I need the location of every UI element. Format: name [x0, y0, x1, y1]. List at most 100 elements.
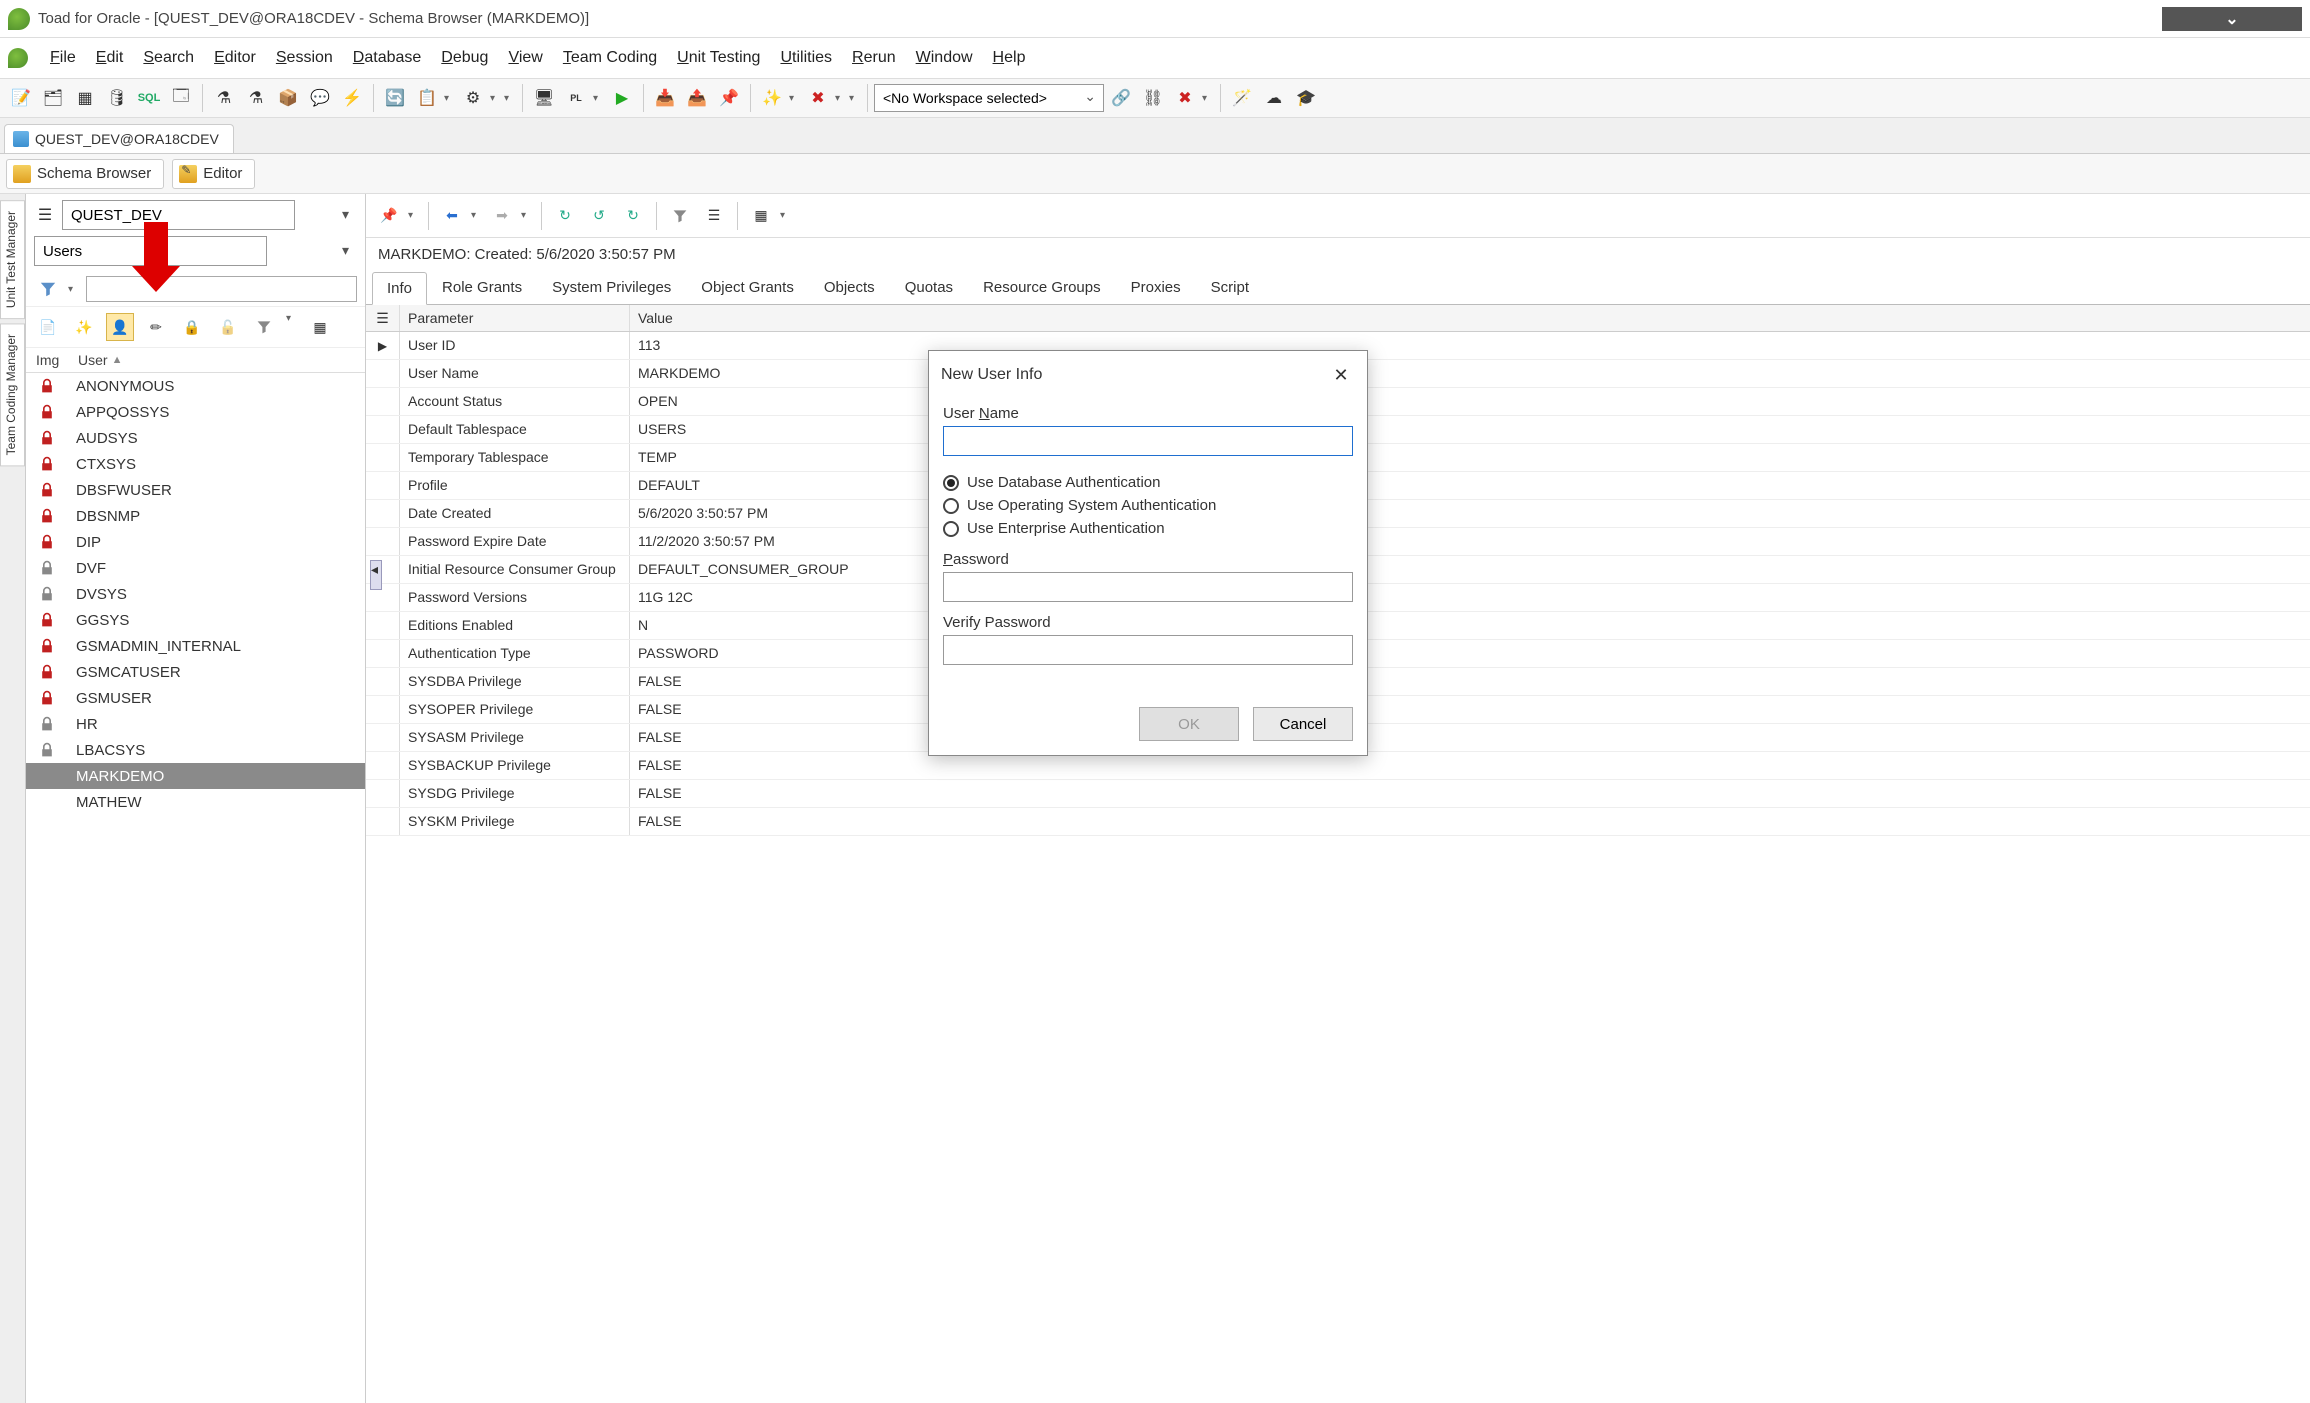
rollback-icon[interactable]: 📤: [682, 83, 712, 113]
menu-rerun[interactable]: Rerun: [842, 43, 906, 73]
menu-editor[interactable]: Editor: [204, 43, 266, 73]
filter-icon[interactable]: [250, 313, 278, 341]
window-icon[interactable]: 🗔: [166, 83, 196, 113]
menu-file[interactable]: File: [40, 43, 86, 73]
nav-back-icon[interactable]: ⬅: [437, 201, 467, 231]
dropdown-icon[interactable]: ▾: [286, 313, 298, 341]
verify-password-input[interactable]: [943, 635, 1353, 665]
lock-icon[interactable]: 🔒: [178, 313, 206, 341]
col-parameter[interactable]: Parameter: [400, 305, 630, 331]
nav-fwd-icon[interactable]: ➡: [487, 201, 517, 231]
quick-filter-input[interactable]: [86, 276, 357, 302]
detail-tab-script[interactable]: Script: [1196, 271, 1264, 304]
dropdown-icon[interactable]: ▾: [68, 284, 80, 295]
dropdown-icon[interactable]: ▾: [490, 93, 502, 104]
savepoint-icon[interactable]: 📌: [714, 83, 744, 113]
close-icon[interactable]: ✕: [1327, 361, 1355, 389]
grid-row[interactable]: SYSKM PrivilegeFALSE: [366, 808, 2310, 836]
col-user[interactable]: User ▲: [78, 352, 355, 368]
auth-radio-0[interactable]: Use Database Authentication: [943, 474, 1353, 491]
commit-icon[interactable]: 📥: [650, 83, 680, 113]
workspace-combo[interactable]: [874, 84, 1104, 112]
user-row[interactable]: GSMCATUSER: [26, 659, 365, 685]
menu-debug[interactable]: Debug: [431, 43, 498, 73]
unlock-icon[interactable]: 🔓: [214, 313, 242, 341]
auth-radio-1[interactable]: Use Operating System Authentication: [943, 497, 1353, 514]
user-remove-icon[interactable]: ✖: [1170, 83, 1200, 113]
col-img[interactable]: Img: [36, 352, 78, 368]
detail-tab-resource-groups[interactable]: Resource Groups: [968, 271, 1116, 304]
user-row[interactable]: GSMADMIN_INTERNAL: [26, 633, 365, 659]
dialog-titlebar[interactable]: New User Info ✕: [929, 351, 1367, 399]
user-row[interactable]: GSMUSER: [26, 685, 365, 711]
dropdown-icon[interactable]: ▾: [408, 210, 420, 221]
detail-tab-object-grants[interactable]: Object Grants: [686, 271, 809, 304]
hat-icon[interactable]: 🎓: [1291, 83, 1321, 113]
layout-icon[interactable]: ▦: [746, 201, 776, 231]
password-input[interactable]: [943, 572, 1353, 602]
chat-icon[interactable]: 💬: [305, 83, 335, 113]
sql-icon[interactable]: SQL: [134, 83, 164, 113]
dropdown-icon[interactable]: ▾: [471, 210, 483, 221]
wizard-icon[interactable]: 🪄: [1227, 83, 1257, 113]
pin-icon[interactable]: 📌: [374, 201, 404, 231]
grid-row[interactable]: SYSDG PrivilegeFALSE: [366, 780, 2310, 808]
menu-session[interactable]: Session: [266, 43, 343, 73]
run-icon[interactable]: ▶: [607, 83, 637, 113]
menu-unit-testing[interactable]: Unit Testing: [667, 43, 770, 73]
user-row[interactable]: DVF: [26, 555, 365, 581]
connection-tab[interactable]: QUEST_DEV@ORA18CDEV: [4, 124, 234, 153]
db-icon[interactable]: 🛢: [102, 83, 132, 113]
detail-tab-objects[interactable]: Objects: [809, 271, 890, 304]
menu-window[interactable]: Window: [906, 43, 983, 73]
delete-icon[interactable]: ✖: [803, 83, 833, 113]
row-header-icon[interactable]: ☰: [366, 305, 400, 331]
user-row[interactable]: MARKDEMO: [26, 763, 365, 789]
dropdown-icon[interactable]: ▾: [780, 210, 792, 221]
detail-tab-role-grants[interactable]: Role Grants: [427, 271, 537, 304]
dropdown-icon[interactable]: ▾: [521, 210, 533, 221]
dropdown-icon[interactable]: ▾: [789, 93, 801, 104]
tab-editor[interactable]: Editor: [172, 159, 255, 189]
menu-database[interactable]: Database: [343, 43, 432, 73]
user-row[interactable]: ANONYMOUS: [26, 373, 365, 399]
user-row[interactable]: DVSYS: [26, 581, 365, 607]
refresh-right-icon[interactable]: ↻: [618, 201, 648, 231]
transaction-icon[interactable]: 🔄: [380, 83, 410, 113]
menu-search[interactable]: Search: [133, 43, 204, 73]
user-row[interactable]: AUDSYS: [26, 425, 365, 451]
schema-browser-icon[interactable]: 🗂: [38, 83, 68, 113]
dropdown-icon[interactable]: ▾: [593, 93, 605, 104]
col-value[interactable]: Value: [630, 305, 2310, 331]
user-row[interactable]: APPQOSSYS: [26, 399, 365, 425]
user-row[interactable]: GGSYS: [26, 607, 365, 633]
sparkle-icon[interactable]: ✨: [70, 313, 98, 341]
grid-icon[interactable]: ▦: [70, 83, 100, 113]
menu-utilities[interactable]: Utilities: [770, 43, 842, 73]
monitor-icon[interactable]: 🖥: [529, 83, 559, 113]
user-row[interactable]: HR: [26, 711, 365, 737]
bolt-icon[interactable]: ⚡: [337, 83, 367, 113]
user-unlink-icon[interactable]: ⛓: [1138, 83, 1168, 113]
side-tab-unit-test[interactable]: Unit Test Manager: [0, 200, 25, 319]
menu-help[interactable]: Help: [983, 43, 1036, 73]
side-tab-team-coding[interactable]: Team Coding Manager: [0, 323, 25, 466]
title-dropdown-chevron[interactable]: ⌄: [2162, 7, 2302, 31]
detail-tab-system-privileges[interactable]: System Privileges: [537, 271, 686, 304]
user-row[interactable]: DIP: [26, 529, 365, 555]
menu-view[interactable]: View: [498, 43, 552, 73]
username-input[interactable]: [943, 426, 1353, 456]
detail-tab-quotas[interactable]: Quotas: [890, 271, 968, 304]
paste-icon[interactable]: 📋: [412, 83, 442, 113]
detail-tab-info[interactable]: Info: [372, 272, 427, 305]
plsql-icon[interactable]: PL: [561, 83, 591, 113]
user-link-icon[interactable]: 🔗: [1106, 83, 1136, 113]
grid-row[interactable]: SYSBACKUP PrivilegeFALSE: [366, 752, 2310, 780]
tab-schema-browser[interactable]: Schema Browser: [6, 159, 164, 189]
flask-box-icon[interactable]: 📦: [273, 83, 303, 113]
user-row[interactable]: CTXSYS: [26, 451, 365, 477]
filter-icon[interactable]: [665, 201, 695, 231]
user-list[interactable]: ANONYMOUSAPPQOSSYSAUDSYSCTXSYSDBSFWUSERD…: [26, 373, 365, 1403]
user-row[interactable]: MATHEW: [26, 789, 365, 815]
dropdown-icon[interactable]: ▾: [444, 93, 456, 104]
